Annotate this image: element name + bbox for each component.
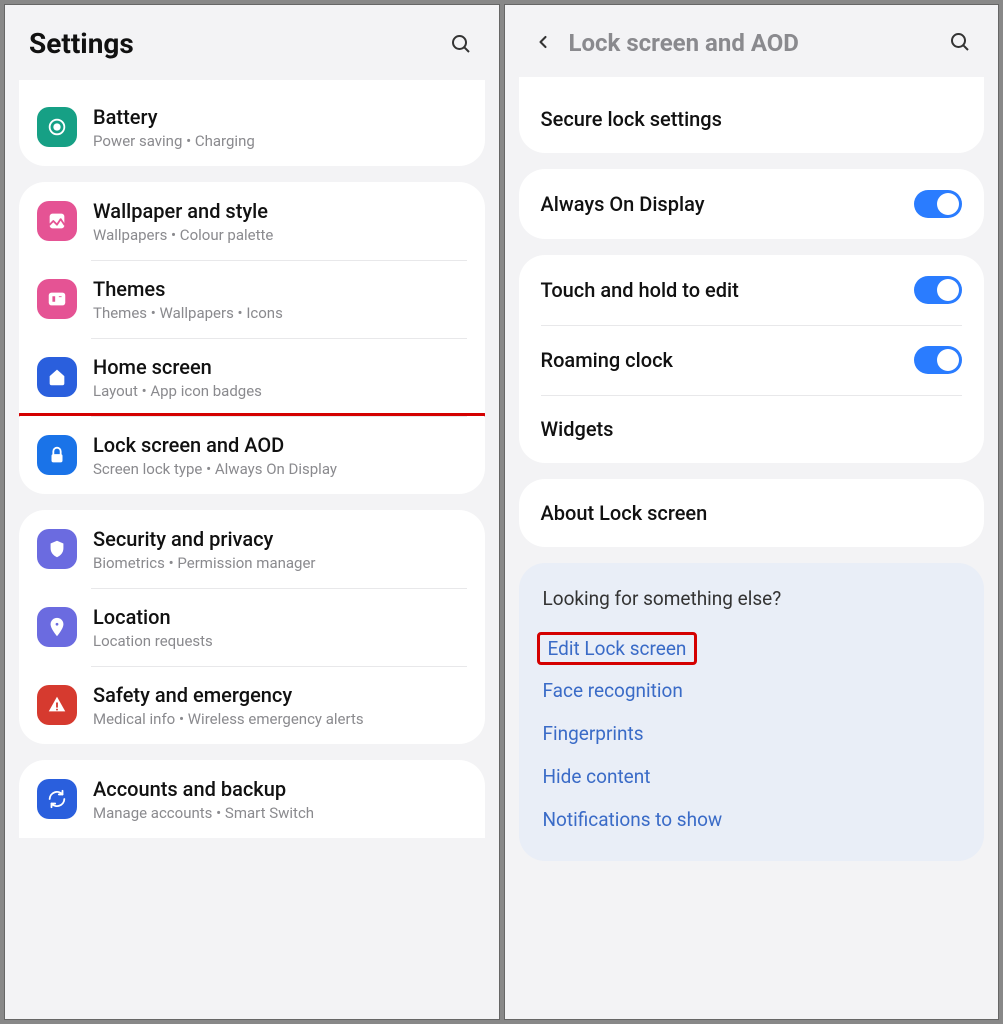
lockscreen-group: Secure lock settings [519,77,985,153]
settings-item-text: Battery Power saving • Charging [93,104,467,150]
looking-for-heading: Looking for something else? [543,587,961,610]
item-text: Secure lock settings [541,106,963,132]
link-face[interactable]: Face recognition [543,669,961,712]
settings-item-title: Themes [93,276,467,302]
settings-item-title: Security and privacy [93,526,467,552]
lockscreen-item-about[interactable]: About Lock screen [519,479,985,547]
toggle-switch[interactable] [914,276,962,304]
settings-item-subtitle: Screen lock type • Always On Display [93,460,467,478]
settings-item-title: Battery [93,104,467,130]
lockscreen-item-securelock[interactable]: Secure lock settings [519,85,985,153]
item-title: About Lock screen [541,500,963,526]
settings-header: Settings [5,5,499,80]
settings-item-subtitle: Wallpapers • Colour palette [93,226,467,244]
item-title: Touch and hold to edit [541,277,915,303]
item-text: Widgets [541,416,963,442]
item-text: Touch and hold to edit [541,277,915,303]
page-title: Settings [29,27,447,60]
lock-icon [37,435,77,475]
settings-item-subtitle: Themes • Wallpapers • Icons [93,304,467,322]
lockscreen-list: Secure lock settings Always On Display Tou… [505,77,999,1019]
item-title: Always On Display [541,191,915,217]
search-icon [948,30,972,54]
settings-item-title: Location [93,604,467,630]
lockscreen-item-widgets[interactable]: Widgets [519,395,985,463]
settings-item-wallpaper[interactable]: Wallpaper and style Wallpapers • Colour p… [19,182,485,260]
lockscreen-group: About Lock screen [519,479,985,547]
link-edit-lock[interactable]: Edit Lock screen [546,631,689,666]
settings-item-subtitle: Power saving • Charging [93,132,467,150]
lockscreen-item-touchhold[interactable]: Touch and hold to edit [519,255,985,325]
settings-item-home[interactable]: Home screen Layout • App icon badges [19,338,485,416]
settings-item-subtitle: Layout • App icon badges [93,382,467,400]
shield-icon [37,529,77,569]
settings-item-subtitle: Biometrics • Permission manager [93,554,467,572]
lockscreen-header: Lock screen and AOD [505,5,999,77]
page-title: Lock screen and AOD [569,29,947,57]
item-text: About Lock screen [541,500,963,526]
toggle-switch[interactable] [914,346,962,374]
settings-group: Wallpaper and style Wallpapers • Colour p… [19,182,485,494]
settings-item-text: Home screen Layout • App icon badges [93,354,467,400]
settings-item-subtitle: Location requests [93,632,467,650]
settings-item-security[interactable]: Security and privacy Biometrics • Permiss… [19,510,485,588]
back-button[interactable] [529,28,557,56]
settings-item-text: Lock screen and AOD Screen lock type • Al… [93,432,467,478]
looking-for-card: Looking for something else? Edit Lock scr… [519,563,985,861]
lockscreen-group: Always On Display [519,169,985,239]
lockscreen-item-roaming[interactable]: Roaming clock [519,325,985,395]
settings-item-lockscreen[interactable]: Lock screen and AOD Screen lock type • Al… [19,413,485,494]
settings-group: Battery Power saving • Charging [19,80,485,166]
item-title: Secure lock settings [541,106,963,132]
location-icon [37,607,77,647]
item-title: Widgets [541,416,963,442]
settings-group: Accounts and backup Manage accounts • Sma… [19,760,485,838]
themes-icon [37,279,77,319]
item-text: Roaming clock [541,347,915,373]
settings-item-text: Wallpaper and style Wallpapers • Colour p… [93,198,467,244]
link-notif[interactable]: Notifications to show [543,798,961,841]
settings-item-title: Safety and emergency [93,682,467,708]
settings-item-themes[interactable]: Themes Themes • Wallpapers • Icons [19,260,485,338]
wallpaper-icon [37,201,77,241]
settings-item-title: Wallpaper and style [93,198,467,224]
settings-item-title: Lock screen and AOD [93,432,467,458]
settings-item-text: Safety and emergency Medical info • Wirel… [93,682,467,728]
highlight-box: Edit Lock screen [537,632,698,665]
lockscreen-item-aod[interactable]: Always On Display [519,169,985,239]
item-text: Always On Display [541,191,915,217]
settings-item-text: Themes Themes • Wallpapers • Icons [93,276,467,322]
settings-list: Battery Power saving • Charging Wallpaper … [5,80,499,1019]
settings-item-text: Security and privacy Biometrics • Permiss… [93,526,467,572]
search-button[interactable] [946,28,974,56]
item-title: Roaming clock [541,347,915,373]
settings-item-battery[interactable]: Battery Power saving • Charging [19,88,485,166]
battery-icon [37,107,77,147]
chevron-left-icon [533,32,553,52]
search-icon [449,32,473,56]
settings-item-title: Accounts and backup [93,776,467,802]
settings-item-location[interactable]: Location Location requests [19,588,485,666]
settings-item-safety[interactable]: Safety and emergency Medical info • Wirel… [19,666,485,744]
sync-icon [37,779,77,819]
link-finger[interactable]: Fingerprints [543,712,961,755]
settings-item-title: Home screen [93,354,467,380]
settings-screen: Settings Battery Power saving • Charging W… [4,4,500,1020]
link-hide[interactable]: Hide content [543,755,961,798]
settings-item-text: Location Location requests [93,604,467,650]
settings-group: Security and privacy Biometrics • Permiss… [19,510,485,744]
lockscreen-group: Touch and hold to edit Roaming clock Widge… [519,255,985,463]
home-icon [37,357,77,397]
settings-item-subtitle: Medical info • Wireless emergency alerts [93,710,467,728]
settings-item-accounts[interactable]: Accounts and backup Manage accounts • Sma… [19,760,485,838]
settings-item-text: Accounts and backup Manage accounts • Sma… [93,776,467,822]
search-button[interactable] [447,30,475,58]
settings-item-subtitle: Manage accounts • Smart Switch [93,804,467,822]
toggle-switch[interactable] [914,190,962,218]
alert-icon [37,685,77,725]
lockscreen-aod-screen: Lock screen and AOD Secure lock settings… [504,4,1000,1020]
